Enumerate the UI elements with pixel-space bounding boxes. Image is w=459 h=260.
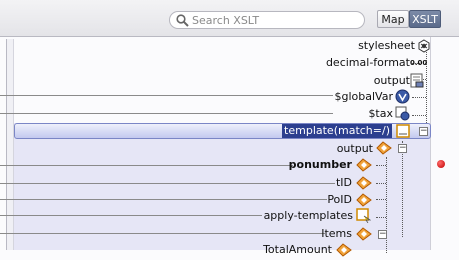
stylesheet-icon [417,39,431,53]
node-label: decimal-format [325,56,410,69]
tree-node-template[interactable]: template(match=/) [282,124,392,138]
tree-connector [376,165,386,166]
mapping-link [0,215,262,216]
node-label: Items [321,227,352,240]
node-label: $globalVar [334,90,393,103]
mapping-link [0,199,327,200]
element-icon [356,176,372,190]
toolbar: Map XSLT [0,0,459,37]
node-label: PoID [327,193,352,206]
tree-node-ponumber[interactable]: ponumber [289,158,352,172]
mapping-link [0,233,325,234]
decimal-format-icon: 0.00 [410,59,428,67]
xslt-editor-canvas: stylesheet decimal-format 0.00 output $g… [0,37,459,257]
error-marker[interactable] [437,160,445,168]
left-gutter [6,39,14,250]
node-label: apply-templates [263,209,353,222]
tab-xslt[interactable]: XSLT [409,10,441,28]
search-icon [176,14,189,30]
node-label: $tax [368,107,393,120]
tree-connector [412,97,426,98]
collapse-toggle[interactable]: − [378,230,387,239]
tree-connector [376,199,386,200]
node-label: stylesheet [358,39,415,52]
node-label: template(match=/) [282,124,392,138]
tree-node-output-element[interactable]: output [337,142,373,156]
node-label: output [336,142,373,155]
search-input[interactable] [192,13,360,27]
search-box[interactable] [169,11,365,29]
mapping-link [0,95,333,96]
tree-node-tid[interactable]: tID [336,176,352,190]
node-label: ponumber [288,158,352,171]
mapping-link [0,113,333,114]
tree-node-output[interactable]: output [374,74,410,88]
tree-node-totalamount[interactable]: TotalAmount [263,243,332,257]
template-icon [396,124,410,138]
mapping-link [0,165,293,166]
element-icon [356,158,372,172]
element-icon [356,227,372,241]
right-divider [430,37,431,250]
element-icon [376,141,392,155]
collapse-toggle[interactable]: − [398,144,407,153]
element-icon [356,193,372,207]
node-label: tID [335,176,352,189]
tab-map[interactable]: Map [377,10,409,28]
tree-node-globalvar[interactable]: $globalVar [335,90,393,104]
apply-templates-icon [356,208,372,224]
tree-node-stylesheet[interactable]: stylesheet [358,39,415,53]
tree-node-items[interactable]: Items [321,227,352,241]
variable-icon [395,106,410,121]
tree-connector [402,141,403,237]
tree-node-decimal-format[interactable]: decimal-format [326,56,410,70]
tree-node-poid[interactable]: PoID [327,193,352,207]
tree-connector [376,217,386,218]
variable-icon [395,89,410,104]
output-icon [410,73,424,88]
mapping-link [0,183,335,184]
element-icon [336,243,352,257]
node-label: TotalAmount [263,243,332,256]
node-label: output [373,74,410,87]
tree-node-apply-templates[interactable]: apply-templates [264,209,353,223]
tree-connector [376,183,386,184]
tree-node-tax[interactable]: $tax [368,107,393,121]
tree-connector [412,115,426,116]
collapse-toggle[interactable]: − [419,127,428,136]
